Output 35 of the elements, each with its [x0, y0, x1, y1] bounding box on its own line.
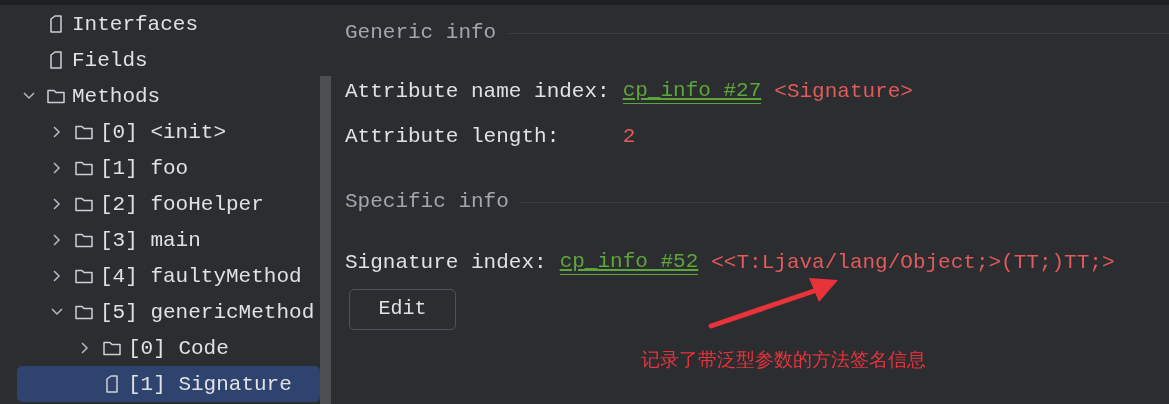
field-label: Attribute name index:: [345, 79, 610, 105]
edit-button[interactable]: Edit: [349, 288, 456, 330]
tree-item[interactable]: Methods: [17, 78, 320, 114]
field-label: Signature index:: [345, 250, 547, 276]
tree-item[interactable]: [2] fooHelper: [17, 186, 320, 222]
tree-item[interactable]: Interfaces: [17, 6, 320, 42]
tree-label: [1] Signature: [128, 373, 292, 395]
tree-item[interactable]: [0] <init>: [17, 114, 320, 150]
tree-label: Fields: [72, 49, 148, 71]
scrollbar[interactable]: [320, 76, 331, 404]
tree-label: Methods: [72, 85, 161, 107]
tree-item[interactable]: Fields: [17, 42, 320, 78]
tree-item[interactable]: [4] faultyMethod: [17, 258, 320, 294]
tree-label: [2] fooHelper: [100, 193, 264, 215]
tree-label: [0] Code: [128, 337, 229, 359]
section-title: Generic info: [345, 20, 497, 47]
tree-item[interactable]: [1] foo: [17, 150, 320, 186]
cp-info-link[interactable]: cp_info #52: [559, 250, 699, 276]
tree-label: [4] faultyMethod: [100, 265, 302, 287]
field-value: <<T:Ljava/lang/Object;>(TT;)TT;>: [711, 250, 1115, 276]
tree-label: Interfaces: [72, 13, 199, 35]
tree-label: [0] <init>: [100, 121, 227, 143]
field-value: <Signature>: [774, 79, 914, 105]
section-title: Specific info: [345, 189, 509, 216]
tree-item[interactable]: [1] Signature: [17, 366, 320, 402]
tree-label: [3] main: [100, 229, 201, 251]
field-label: Attribute length:: [345, 123, 561, 150]
tree-item[interactable]: [5] genericMethod: [17, 294, 320, 330]
tree-label: [5] genericMethod: [100, 301, 315, 323]
tree-item[interactable]: [3] main: [17, 222, 320, 258]
tree-item[interactable]: [0] Code: [17, 330, 320, 366]
tree-label: [1] foo: [100, 157, 189, 179]
field-value: 2: [622, 123, 637, 150]
cp-info-link[interactable]: cp_info #27: [622, 79, 762, 105]
annotation-text: 记录了带泛型参数的方法签名信息: [641, 347, 926, 372]
